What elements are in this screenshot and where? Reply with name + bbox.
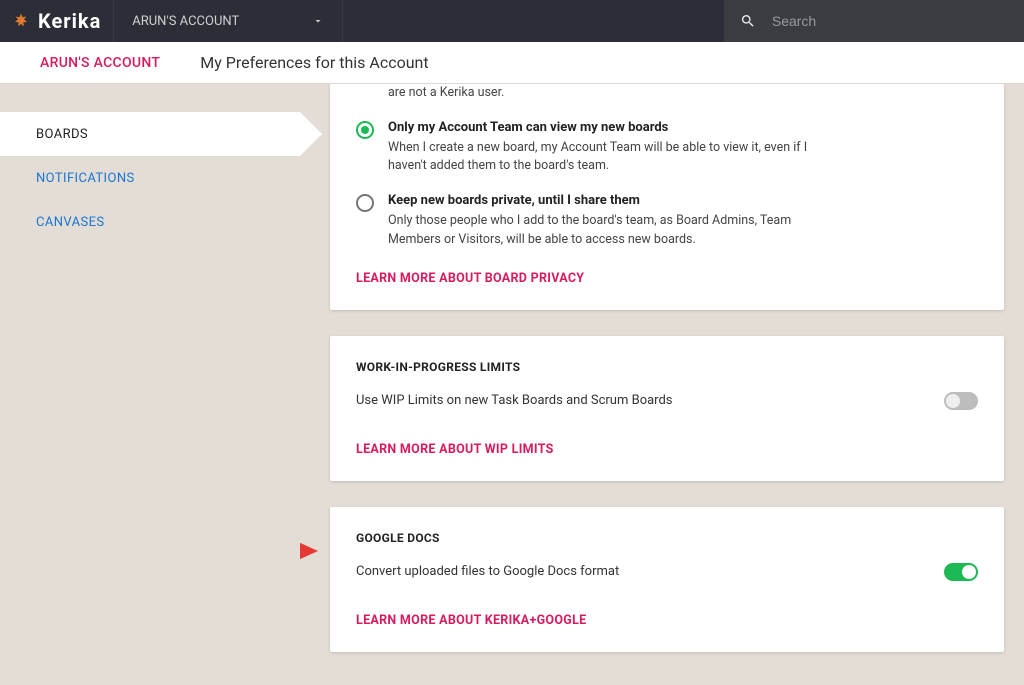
privacy-option-team-desc: When I create a new board, my Account Te… — [388, 139, 828, 175]
privacy-option-team-title: Only my Account Team can view my new boa… — [388, 120, 828, 135]
toggle-knob-icon — [946, 394, 960, 408]
sidebar-item-boards[interactable]: BOARDS — [0, 112, 300, 156]
privacy-orphan-desc: are not a Kerika user. — [388, 84, 504, 102]
privacy-option-private-title: Keep new boards private, until I share t… — [388, 193, 828, 208]
learn-more-gdocs[interactable]: LEARN MORE ABOUT KERIKA+GOOGLE — [356, 613, 586, 628]
wip-toggle-label: Use WIP Limits on new Task Boards and Sc… — [356, 393, 673, 408]
radio-icon[interactable] — [356, 194, 374, 212]
card-title-wip: WORK-IN-PROGRESS LIMITS — [356, 360, 978, 374]
privacy-option-private[interactable]: Keep new boards private, until I share t… — [356, 193, 978, 248]
sidebar-item-label: NOTIFICATIONS — [36, 171, 135, 186]
chevron-down-icon — [312, 15, 324, 27]
privacy-option-private-desc: Only those people who I add to the board… — [388, 212, 828, 248]
wip-toggle-row: Use WIP Limits on new Task Boards and Sc… — [356, 392, 978, 410]
topbar: Kerika ARUN'S ACCOUNT — [0, 0, 1024, 42]
topbar-spacer — [343, 0, 724, 42]
toggle-knob-icon — [962, 565, 976, 579]
sidebar-item-label: CANVASES — [36, 215, 105, 230]
privacy-orphan-desc-row: are not a Kerika user. — [388, 84, 978, 102]
card-title-gdocs: GOOGLE DOCS — [356, 531, 978, 545]
privacy-option-team[interactable]: Only my Account Team can view my new boa… — [356, 120, 978, 175]
annotation-arrow-icon — [300, 537, 320, 565]
gdocs-toggle[interactable] — [944, 563, 978, 581]
account-dropdown[interactable]: ARUN'S ACCOUNT — [113, 0, 343, 42]
wip-toggle[interactable] — [944, 392, 978, 410]
sidebar-item-label: BOARDS — [36, 127, 88, 142]
main: are not a Kerika user. Only my Account T… — [300, 84, 1024, 685]
subheader: ARUN'S ACCOUNT My Preferences for this A… — [0, 42, 1024, 84]
brand-name: Kerika — [38, 9, 101, 33]
brand: Kerika — [0, 0, 113, 42]
card-board-privacy: are not a Kerika user. Only my Account T… — [330, 84, 1004, 310]
account-link[interactable]: ARUN'S ACCOUNT — [0, 55, 200, 71]
layout: BOARDS NOTIFICATIONS CANVASES are not a … — [0, 84, 1024, 685]
sidebar-item-notifications[interactable]: NOTIFICATIONS — [0, 156, 300, 200]
page-title: My Preferences for this Account — [200, 53, 428, 72]
search-icon — [740, 12, 756, 30]
learn-more-wip[interactable]: LEARN MORE ABOUT WIP LIMITS — [356, 442, 554, 457]
search-input[interactable] — [772, 13, 1008, 29]
brand-logo-icon — [12, 12, 30, 30]
learn-more-privacy[interactable]: LEARN MORE ABOUT BOARD PRIVACY — [356, 271, 584, 286]
sidebar-item-canvases[interactable]: CANVASES — [0, 200, 300, 244]
gdocs-toggle-label: Convert uploaded files to Google Docs fo… — [356, 564, 619, 579]
sidebar: BOARDS NOTIFICATIONS CANVASES — [0, 84, 300, 685]
radio-icon[interactable] — [356, 121, 374, 139]
card-wip: WORK-IN-PROGRESS LIMITS Use WIP Limits o… — [330, 336, 1004, 481]
search-box[interactable] — [724, 0, 1024, 42]
gdocs-toggle-row: Convert uploaded files to Google Docs fo… — [356, 563, 978, 581]
account-dropdown-label: ARUN'S ACCOUNT — [132, 14, 239, 29]
card-googledocs: GOOGLE DOCS Convert uploaded files to Go… — [330, 507, 1004, 652]
